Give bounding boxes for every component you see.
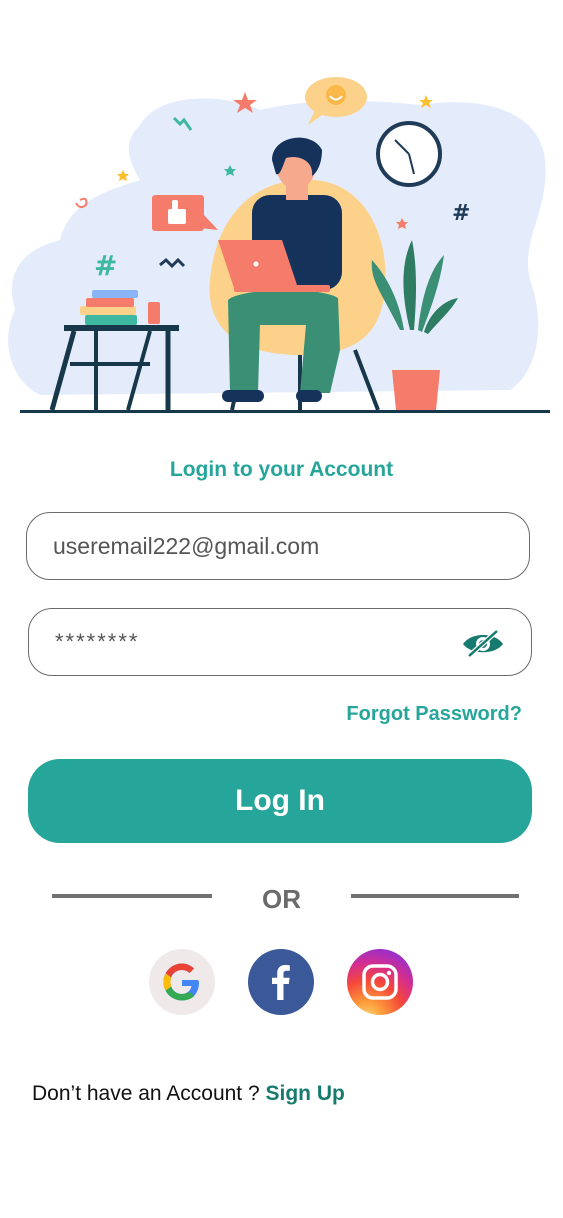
login-button[interactable]: Log In [28, 759, 532, 843]
instagram-login-button[interactable] [347, 949, 413, 1015]
hero-illustration: # # [8, 77, 550, 413]
google-icon [163, 963, 199, 1001]
divider-right [351, 894, 519, 898]
hash-decoration: # [94, 249, 117, 282]
instagram-icon [362, 964, 398, 1000]
password-field[interactable] [55, 609, 475, 675]
star-decoration [117, 170, 129, 181]
password-field-container[interactable] [28, 608, 532, 676]
email-field-container[interactable] [26, 512, 530, 580]
email-field[interactable] [53, 513, 473, 579]
password-visibility-icon[interactable] [461, 628, 505, 658]
wall-clock [376, 121, 442, 187]
google-login-button[interactable] [149, 949, 215, 1015]
cup [148, 302, 160, 324]
floor-line [20, 410, 550, 413]
swirl-decoration [75, 197, 88, 209]
forgot-password-link[interactable]: Forgot Password? [346, 703, 522, 726]
or-label: OR [262, 884, 301, 914]
hash-decoration: # [452, 201, 470, 226]
login-title: Login to your Account [169, 458, 394, 481]
signup-prompt: Don’t have an Account ? [32, 1082, 260, 1105]
facebook-icon [272, 965, 290, 1000]
facebook-login-button[interactable] [248, 949, 314, 1015]
signup-row: Don’t have an Account ? Sign Up [32, 1082, 345, 1106]
signup-link[interactable]: Sign Up [266, 1082, 345, 1105]
